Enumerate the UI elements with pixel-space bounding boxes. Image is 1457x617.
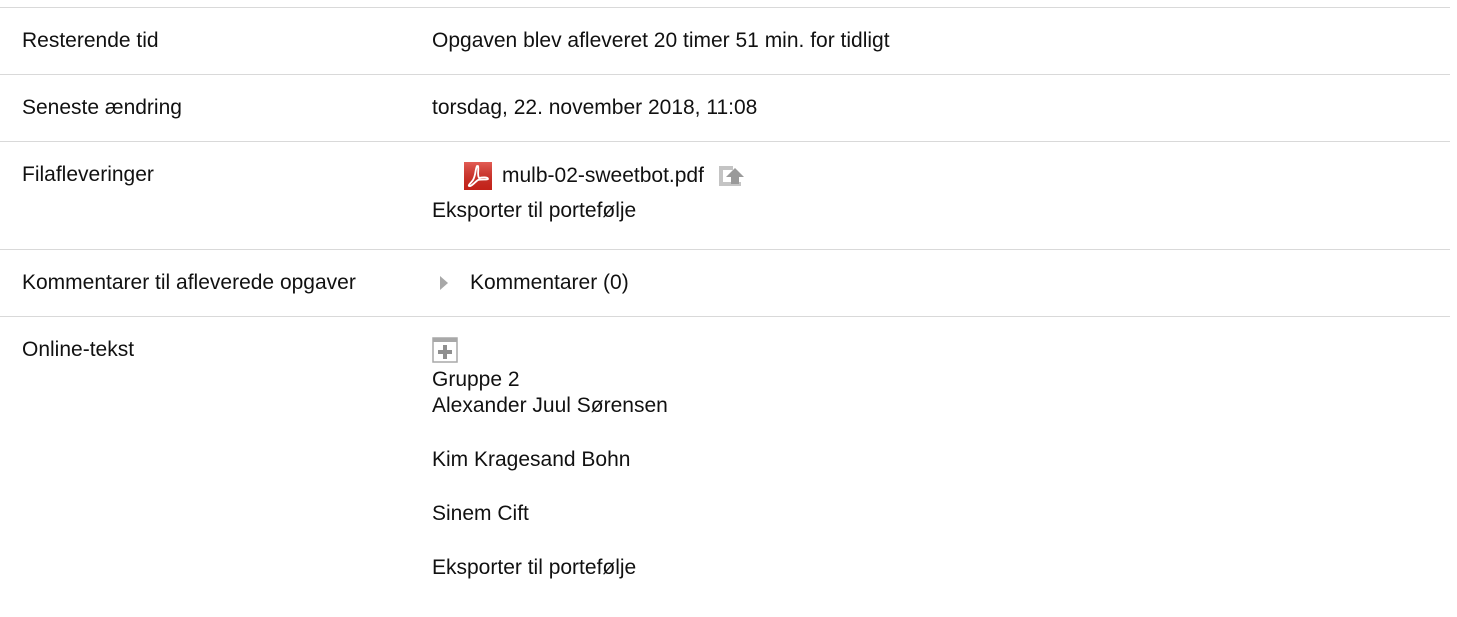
upload-icon[interactable] — [716, 162, 746, 190]
row-online-text: Online-tekst Gruppe 2 Alexander Juul Sør… — [0, 317, 1450, 617]
online-text-value: Gruppe 2 Alexander Juul Sørensen Kim Kra… — [432, 317, 1450, 617]
row-remaining-time: Resterende tid Opgaven blev afleveret 20… — [0, 8, 1450, 75]
row-label: Seneste ændring — [22, 96, 182, 119]
row-label: Kommentarer til afleverede opgaver — [22, 271, 356, 294]
member-name: Alexander Juul Sørensen — [432, 394, 668, 417]
member-name: Sinem Cift — [432, 502, 529, 525]
file-submissions-value: mulb-02-sweetbot.pdf Eksporter til porte… — [432, 142, 1450, 249]
file-link[interactable]: mulb-02-sweetbot.pdf — [502, 163, 704, 189]
comments-label: Kommentarer (0) — [470, 271, 629, 294]
plus-square-icon[interactable] — [432, 337, 458, 363]
row-submission-comments: Kommentarer til afleverede opgaver Komme… — [0, 250, 1450, 317]
submission-comments-value: Kommentarer (0) — [432, 250, 1450, 316]
triangle-right-icon — [440, 276, 448, 290]
group-name: Gruppe 2 — [432, 368, 520, 391]
remaining-time-value: Opgaven blev afleveret 20 timer 51 min. … — [432, 29, 890, 52]
export-to-portfolio-link[interactable]: Eksporter til portefølje — [432, 555, 1450, 581]
row-label: Resterende tid — [22, 29, 159, 52]
pdf-icon — [464, 162, 492, 190]
submission-status-table: Resterende tid Opgaven blev afleveret 20… — [0, 7, 1450, 617]
last-modified-value: torsdag, 22. november 2018, 11:08 — [432, 96, 758, 119]
comments-toggle[interactable]: Kommentarer (0) — [440, 270, 1450, 296]
row-label: Online-tekst — [22, 338, 135, 361]
export-to-portfolio-link[interactable]: Eksporter til portefølje — [432, 198, 1450, 224]
row-last-modified: Seneste ændring torsdag, 22. november 20… — [0, 75, 1450, 142]
member-name: Kim Kragesand Bohn — [432, 448, 631, 471]
row-label: Filafleveringer — [22, 163, 154, 186]
file-item: mulb-02-sweetbot.pdf — [464, 162, 1450, 190]
row-file-submissions: Filafleveringer mulb-02-sweetbot.pdf Eks… — [0, 142, 1450, 250]
